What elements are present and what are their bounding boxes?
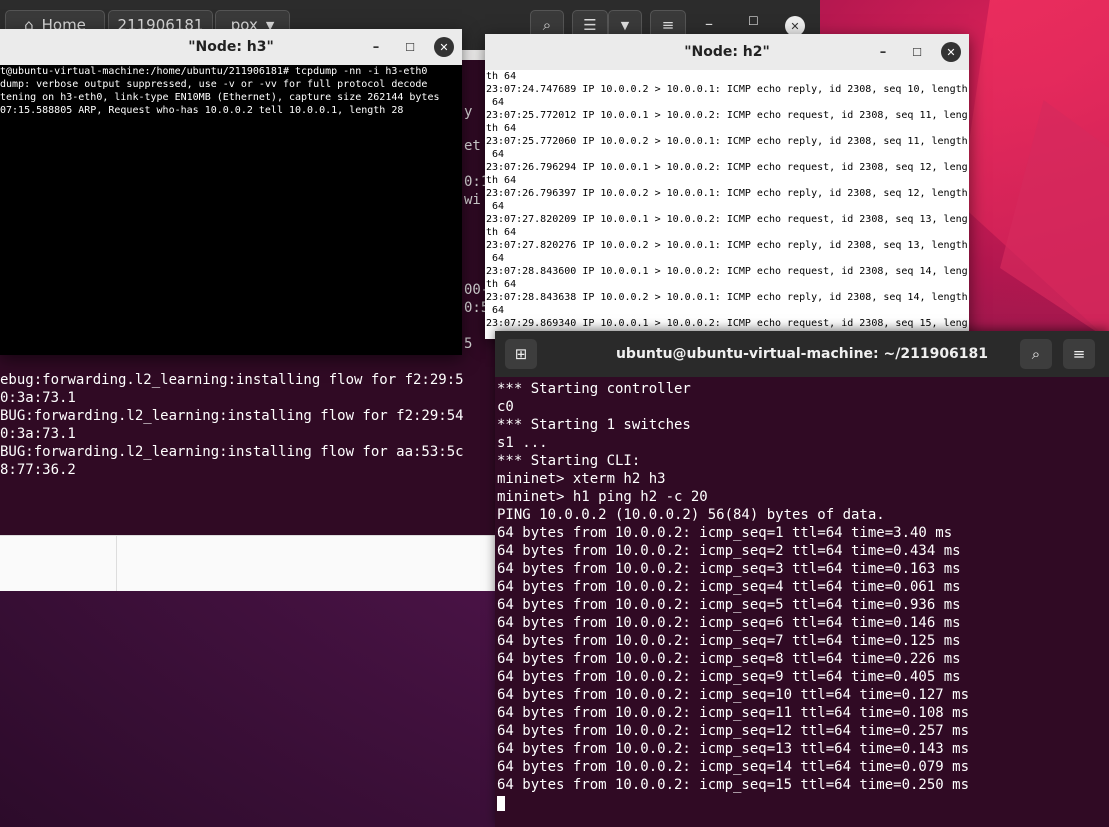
terminal-line: th 64 xyxy=(486,123,517,134)
terminal-line: s1 ... xyxy=(497,435,548,451)
terminal-line: mininet> h1 ping h2 -c 20 xyxy=(497,489,708,505)
terminal-line: 23:07:24.747689 IP 10.0.0.2 > 10.0.0.1: … xyxy=(486,84,968,95)
terminal-line: 64 bytes from 10.0.0.2: icmp_seq=15 ttl=… xyxy=(497,777,970,793)
terminal-line: 23:07:27.820209 IP 10.0.0.1 > 10.0.0.2: … xyxy=(486,214,968,225)
terminal-line: 23:07:26.796294 IP 10.0.0.1 > 10.0.0.2: … xyxy=(486,162,968,173)
terminal-line: 64 bytes from 10.0.0.2: icmp_seq=12 ttl=… xyxy=(497,723,970,739)
chevron-down-icon: ▼ xyxy=(620,18,630,32)
close-icon[interactable]: ✕ xyxy=(785,16,805,36)
new-tab-button[interactable]: ⊞ xyxy=(505,339,537,369)
terminal-line: 64 bytes from 10.0.0.2: icmp_seq=14 ttl=… xyxy=(497,759,970,775)
terminal-line: 23:07:25.772012 IP 10.0.0.1 > 10.0.0.2: … xyxy=(486,110,968,121)
terminal-line: 64 xyxy=(486,97,505,108)
terminal-line: 64 xyxy=(486,149,505,160)
prompt-line xyxy=(497,794,1109,812)
terminal-line: 64 bytes from 10.0.0.2: icmp_seq=8 ttl=6… xyxy=(497,651,961,667)
terminal-line: 64 xyxy=(486,305,505,316)
terminal-line: 23:07:29.869340 IP 10.0.0.1 > 10.0.0.2: … xyxy=(486,318,968,329)
terminal-lines: th 64 23:07:24.747689 IP 10.0.0.2 > 10.0.… xyxy=(486,70,969,330)
menu-button[interactable]: ≡ xyxy=(1063,339,1095,369)
xterm-h2-window: "Node: h2" – ☐ ✕ th 64 23:07:24.747689 IP… xyxy=(485,34,969,339)
maximize-icon[interactable]: ☐ xyxy=(907,42,927,62)
window-title: "Node: h3" – ☐ ✕ xyxy=(0,29,462,65)
window-title: "Node: h2" – ☐ ✕ xyxy=(485,34,969,70)
new-tab-icon: ⊞ xyxy=(514,345,528,363)
terminal-line: 64 bytes from 10.0.0.2: icmp_seq=11 ttl=… xyxy=(497,705,970,721)
terminal-line: 64 bytes from 10.0.0.2: icmp_seq=7 ttl=6… xyxy=(497,633,961,649)
text-cursor xyxy=(497,795,505,811)
xterm-h3-window: "Node: h3" – ☐ ✕ t@ubuntu-virtual-machin… xyxy=(0,29,462,355)
terminal-line: th 64 xyxy=(486,227,517,238)
terminal-line: *** Starting CLI: xyxy=(497,453,641,469)
terminal-line: mininet> xterm h2 h3 xyxy=(497,471,666,487)
terminal-line: 64 xyxy=(486,201,505,212)
terminal-line: 64 bytes from 10.0.0.2: icmp_seq=3 ttl=6… xyxy=(497,561,961,577)
terminal-line: th 64 xyxy=(486,279,517,290)
close-icon[interactable]: ✕ xyxy=(434,37,454,57)
hamburger-icon: ≡ xyxy=(1072,345,1086,363)
search-button[interactable]: ⌕ xyxy=(1020,339,1052,369)
terminal-output[interactable]: *** Starting controller c0 *** Starting 1 … xyxy=(497,377,1109,827)
terminal-line: 64 bytes from 10.0.0.2: icmp_seq=9 ttl=6… xyxy=(497,669,961,685)
terminal-line: 64 bytes from 10.0.0.2: icmp_seq=4 ttl=6… xyxy=(497,579,961,595)
terminal-line: 23:07:27.820276 IP 10.0.0.2 > 10.0.0.1: … xyxy=(486,240,968,251)
search-icon: ⌕ xyxy=(1031,345,1041,363)
terminal-line: *** Starting 1 switches xyxy=(497,417,691,433)
window-title: ubuntu@ubuntu-virtual-machine: ~/2119061… xyxy=(615,346,989,362)
terminal-line: *** Starting controller xyxy=(497,381,691,397)
terminal-line: PING 10.0.0.2 (10.0.0.2) 56(84) bytes of… xyxy=(497,507,885,523)
terminal-line: 23:07:26.796397 IP 10.0.0.2 > 10.0.0.1: … xyxy=(486,188,968,199)
files-content-area xyxy=(0,535,495,591)
terminal-output[interactable]: th 64 23:07:24.747689 IP 10.0.0.2 > 10.0.… xyxy=(485,70,969,339)
terminal-line: 23:07:28.843638 IP 10.0.0.2 > 10.0.0.1: … xyxy=(486,292,968,303)
maximize-icon[interactable]: ☐ xyxy=(400,37,420,57)
terminal-line: 64 xyxy=(486,253,505,264)
minimize-icon[interactable]: – xyxy=(366,37,386,57)
maximize-icon[interactable]: ☐ xyxy=(748,14,759,28)
terminal-line: 64 bytes from 10.0.0.2: icmp_seq=2 ttl=6… xyxy=(497,543,961,559)
terminal-line: 64 bytes from 10.0.0.2: icmp_seq=5 ttl=6… xyxy=(497,597,961,613)
hamburger-icon: ≡ xyxy=(661,16,675,34)
search-icon: ⌕ xyxy=(542,16,552,34)
terminal-line: 64 bytes from 10.0.0.2: icmp_seq=10 ttl=… xyxy=(497,687,970,703)
terminal-lines: *** Starting controller c0 *** Starting 1 … xyxy=(497,380,1109,794)
terminal-line: 23:07:25.772060 IP 10.0.0.2 > 10.0.0.1: … xyxy=(486,136,968,147)
terminal-line: th 64 xyxy=(486,175,517,186)
terminal-line: 23:07:28.843600 IP 10.0.0.1 > 10.0.0.2: … xyxy=(486,266,968,277)
list-icon: ☰ xyxy=(583,16,597,34)
terminal-line: 64 bytes from 10.0.0.2: icmp_seq=13 ttl=… xyxy=(497,741,970,757)
close-icon[interactable]: ✕ xyxy=(941,42,961,62)
terminal-line: 64 bytes from 10.0.0.2: icmp_seq=1 ttl=6… xyxy=(497,525,953,541)
terminal-line: th 64 xyxy=(486,71,517,82)
terminal-output[interactable]: t@ubuntu-virtual-machine:/home/ubuntu/21… xyxy=(0,65,462,355)
minimize-icon[interactable]: – xyxy=(705,14,713,33)
terminal-line: c0 xyxy=(497,399,514,415)
gnome-terminal-window: ubuntu@ubuntu-virtual-machine: ~/2119061… xyxy=(495,331,1109,827)
terminal-headerbar: ubuntu@ubuntu-virtual-machine: ~/2119061… xyxy=(495,331,1109,377)
minimize-icon[interactable]: – xyxy=(873,42,893,62)
terminal-line: 64 bytes from 10.0.0.2: icmp_seq=6 ttl=6… xyxy=(497,615,961,631)
divider xyxy=(116,536,117,591)
